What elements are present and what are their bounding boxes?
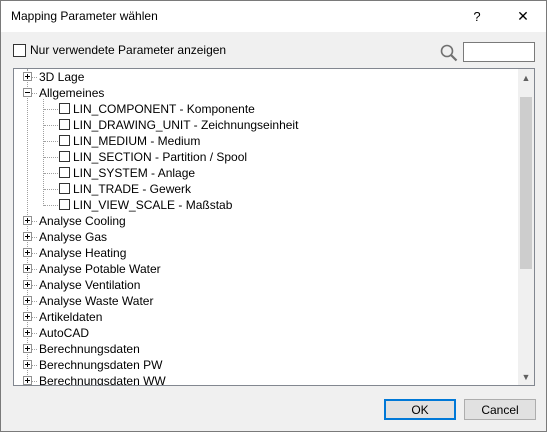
tree-node-label: Analyse Cooling — [39, 214, 126, 228]
tree-connector — [32, 93, 37, 94]
tree-node-label: Analyse Potable Water — [39, 262, 161, 276]
title-bar: Mapping Parameter wählen ? ✕ — [1, 1, 546, 32]
expand-icon[interactable] — [23, 328, 32, 337]
tree-leaf-label: LIN_SYSTEM - Anlage — [73, 166, 196, 180]
scrollbar-thumb[interactable] — [520, 97, 532, 269]
collapse-icon[interactable] — [23, 88, 32, 97]
tree-leaf-lin-system[interactable]: LIN_SYSTEM - Anlage — [14, 165, 514, 181]
tree-node-label: Artikeldaten — [39, 310, 103, 324]
tree-connector — [32, 221, 37, 222]
search-input[interactable] — [463, 42, 535, 62]
tree-connector — [44, 125, 58, 126]
tree-leaf-lin-view-scale[interactable]: LIN_VIEW_SCALE - Maßstab — [14, 197, 514, 213]
param-checkbox[interactable] — [59, 183, 70, 194]
expand-icon[interactable] — [23, 264, 32, 273]
tree-leaf-lin-drawing-unit[interactable]: LIN_DRAWING_UNIT - Zeichnungseinheit — [14, 117, 514, 133]
cancel-button[interactable]: Cancel — [464, 399, 536, 420]
mapping-parameter-dialog: Mapping Parameter wählen ? ✕ Nur verwend… — [0, 0, 547, 432]
scroll-down-icon[interactable]: ▼ — [518, 368, 534, 385]
tree-node-berechnungsdaten[interactable]: Berechnungsdaten — [14, 341, 514, 357]
tree-node-analyse-cooling[interactable]: Analyse Cooling — [14, 213, 514, 229]
tree-node-label: Allgemeines — [39, 86, 105, 100]
tree-leaf-lin-component[interactable]: LIN_COMPONENT - Komponente — [14, 101, 514, 117]
tree-leaf-label: LIN_VIEW_SCALE - Maßstab — [73, 198, 233, 212]
expand-icon[interactable] — [23, 344, 32, 353]
expand-icon[interactable] — [23, 312, 32, 321]
tree-connector — [44, 189, 58, 190]
tree-connector — [44, 157, 58, 158]
tree-node-autocad[interactable]: AutoCAD — [14, 325, 514, 341]
used-params-checkbox[interactable] — [13, 43, 26, 57]
ok-button[interactable]: OK — [384, 399, 456, 420]
tree-connector — [44, 109, 58, 110]
tree-node-berechnungsdaten-pw[interactable]: Berechnungsdaten PW — [14, 357, 514, 373]
tree-leaf-label: LIN_DRAWING_UNIT - Zeichnungseinheit — [73, 118, 299, 132]
tree-connector — [32, 301, 37, 302]
tree-node-analyse-gas[interactable]: Analyse Gas — [14, 229, 514, 245]
tree-connector — [32, 333, 37, 334]
tree-connector — [32, 253, 37, 254]
vertical-scrollbar[interactable]: ▲ ▼ — [518, 69, 534, 385]
close-button[interactable]: ✕ — [500, 1, 546, 32]
expand-icon[interactable] — [23, 376, 32, 385]
tree-node-label: AutoCAD — [39, 326, 90, 340]
tree-leaf-label: LIN_SECTION - Partition / Spool — [73, 150, 248, 164]
help-button[interactable]: ? — [454, 1, 500, 32]
tree-node-allgemeines[interactable]: Allgemeines — [14, 85, 514, 101]
tree-connector — [32, 365, 37, 366]
tree-leaf-label: LIN_MEDIUM - Medium — [73, 134, 201, 148]
tree-connector — [44, 173, 58, 174]
expand-icon[interactable] — [23, 248, 32, 257]
tree-node-label: Berechnungsdaten WW — [39, 374, 166, 385]
param-checkbox[interactable] — [59, 119, 70, 130]
tree-node-label: 3D Lage — [39, 70, 85, 84]
tree-node-berechnungsdaten-ww[interactable]: Berechnungsdaten WW — [14, 373, 514, 385]
tree-leaf-label: LIN_COMPONENT - Komponente — [73, 102, 255, 116]
tree-connector — [32, 269, 37, 270]
tree-node-label: Analyse Gas — [39, 230, 108, 244]
tree-connector — [32, 77, 37, 78]
tree-node-analyse-potable-water[interactable]: Analyse Potable Water — [14, 261, 514, 277]
tree-node-analyse-ventilation[interactable]: Analyse Ventilation — [14, 277, 514, 293]
tree-node-label: Berechnungsdaten PW — [39, 358, 163, 372]
param-checkbox[interactable] — [59, 135, 70, 146]
window-title: Mapping Parameter wählen — [11, 9, 158, 23]
tree-connector — [44, 141, 58, 142]
tree-connector — [32, 285, 37, 286]
expand-icon[interactable] — [23, 296, 32, 305]
tree-connector — [32, 349, 37, 350]
tree-leaf-lin-medium[interactable]: LIN_MEDIUM - Medium — [14, 133, 514, 149]
scroll-up-icon[interactable]: ▲ — [518, 69, 534, 86]
tree-leaf-lin-trade[interactable]: LIN_TRADE - Gewerk — [14, 181, 514, 197]
param-checkbox[interactable] — [59, 103, 70, 114]
tree-connector — [32, 381, 37, 382]
tree-node-3d-lage[interactable]: 3D Lage — [14, 69, 514, 85]
expand-icon[interactable] — [23, 72, 32, 81]
tree-leaf-label: LIN_TRADE - Gewerk — [73, 182, 192, 196]
tree-connector — [44, 205, 58, 206]
parameter-tree[interactable]: 3D Lage Allgemeines LIN_COMPONENT - Komp… — [13, 68, 535, 386]
tree-content: 3D Lage Allgemeines LIN_COMPONENT - Komp… — [14, 69, 518, 385]
expand-icon[interactable] — [23, 280, 32, 289]
tree-node-label: Analyse Ventilation — [39, 278, 141, 292]
tree-connector — [32, 317, 37, 318]
expand-icon[interactable] — [23, 360, 32, 369]
used-params-label: Nur verwendete Parameter anzeigen — [30, 43, 227, 57]
expand-icon[interactable] — [23, 216, 32, 225]
tree-leaf-lin-section[interactable]: LIN_SECTION - Partition / Spool — [14, 149, 514, 165]
tree-node-label: Analyse Heating — [39, 246, 127, 260]
param-checkbox[interactable] — [59, 199, 70, 210]
expand-icon[interactable] — [23, 232, 32, 241]
used-params-filter[interactable]: Nur verwendete Parameter anzeigen — [13, 43, 226, 57]
tree-node-analyse-waste-water[interactable]: Analyse Waste Water — [14, 293, 514, 309]
tree-connector — [32, 237, 37, 238]
tree-node-label: Analyse Waste Water — [39, 294, 154, 308]
param-checkbox[interactable] — [59, 151, 70, 162]
tree-node-analyse-heating[interactable]: Analyse Heating — [14, 245, 514, 261]
param-checkbox[interactable] — [59, 167, 70, 178]
tree-node-label: Berechnungsdaten — [39, 342, 140, 356]
search-icon[interactable] — [439, 43, 459, 63]
tree-node-artikeldaten[interactable]: Artikeldaten — [14, 309, 514, 325]
